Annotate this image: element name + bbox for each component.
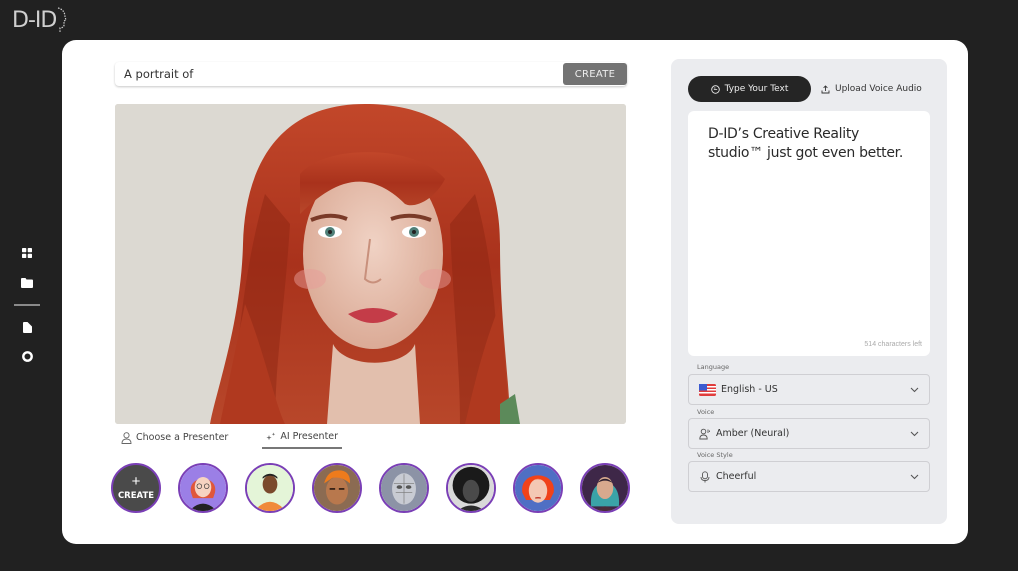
d-id-logo[interactable]: D-ID xyxy=(12,6,68,34)
avatar-red-hair-woman[interactable] xyxy=(513,463,563,513)
prompt-bar: CREATE xyxy=(115,62,627,86)
prompt-input[interactable] xyxy=(115,62,563,86)
avatar-robot[interactable] xyxy=(379,463,429,513)
upload-icon xyxy=(821,84,830,93)
avatar-image xyxy=(247,465,293,511)
portrait-image xyxy=(115,104,626,424)
grid-icon xyxy=(22,248,32,258)
nav-library[interactable] xyxy=(14,275,40,291)
head-profile-icon xyxy=(58,7,68,32)
nav-divider xyxy=(14,304,40,306)
avatar-orange-hair-man[interactable] xyxy=(312,463,362,513)
logo-text: D-ID xyxy=(12,7,57,33)
script-text: D-ID’s Creative Reality studio™ just got… xyxy=(708,126,903,161)
main-card: CREATE xyxy=(62,40,968,544)
avatar-image xyxy=(180,465,226,511)
tab-label: AI Presenter xyxy=(280,431,339,442)
avatar-image xyxy=(515,465,561,511)
language-value: English - US xyxy=(721,384,778,395)
voice-style-label: Voice Style xyxy=(697,451,733,459)
nav-documents[interactable] xyxy=(14,319,40,335)
language-select[interactable]: English - US xyxy=(688,374,930,405)
script-textarea[interactable]: D-ID’s Creative Reality studio™ just got… xyxy=(688,111,930,356)
avatar-cartoon-man[interactable] xyxy=(245,463,295,513)
mode-label: Type Your Text xyxy=(724,84,789,94)
text-icon xyxy=(710,84,720,94)
characters-left: 514 characters left xyxy=(864,341,922,348)
generated-portrait xyxy=(115,104,626,424)
tab-label: Choose a Presenter xyxy=(136,432,229,443)
folder-icon xyxy=(21,278,33,288)
document-icon xyxy=(22,321,32,333)
script-panel: Type Your Text Upload Voice Audio D-ID’s… xyxy=(671,59,947,524)
create-avatar-button[interactable]: + CREATE xyxy=(111,463,161,513)
mode-tabs: Type Your Text Upload Voice Audio xyxy=(688,76,922,102)
us-flag-icon xyxy=(699,383,716,396)
side-nav xyxy=(14,245,40,364)
nav-dashboard[interactable] xyxy=(14,245,40,261)
avatar-image xyxy=(381,465,427,511)
create-avatar-label: CREATE xyxy=(117,490,155,501)
type-text-tab[interactable]: Type Your Text xyxy=(688,76,811,102)
avatar-cartoon-woman[interactable] xyxy=(178,463,228,513)
create-button[interactable]: CREATE xyxy=(563,63,627,85)
avatar-image xyxy=(448,465,494,511)
upload-audio-tab[interactable]: Upload Voice Audio xyxy=(811,76,922,102)
chevron-down-icon xyxy=(910,387,919,392)
voice-value: Amber (Neural) xyxy=(716,428,790,439)
plus-icon: + xyxy=(131,472,141,490)
tab-choose-presenter[interactable]: Choose a Presenter xyxy=(117,429,232,449)
language-label: Language xyxy=(697,363,730,371)
nav-help[interactable] xyxy=(14,348,40,364)
microphone-icon xyxy=(700,470,710,482)
voice-person-icon xyxy=(699,428,710,439)
chevron-down-icon xyxy=(910,431,919,436)
voice-style-select[interactable]: Cheerful xyxy=(688,461,930,492)
voice-label: Voice xyxy=(697,408,715,416)
mode-label: Upload Voice Audio xyxy=(835,84,922,94)
voice-select[interactable]: Amber (Neural) xyxy=(688,418,930,449)
avatar-image xyxy=(582,465,628,511)
tab-ai-presenter[interactable]: AI Presenter xyxy=(262,428,343,449)
chevron-down-icon xyxy=(910,474,919,479)
avatar-teal-hair-woman[interactable] xyxy=(580,463,630,513)
person-icon xyxy=(121,431,132,444)
avatar-list: + CREATE xyxy=(111,463,630,513)
lifebuoy-icon xyxy=(21,350,33,362)
avatar-image xyxy=(314,465,360,511)
voice-style-value: Cheerful xyxy=(716,471,757,482)
sparkle-icon xyxy=(266,432,276,440)
avatar-bw-woman[interactable] xyxy=(446,463,496,513)
presenter-tabs: Choose a Presenter AI Presenter xyxy=(117,428,343,449)
